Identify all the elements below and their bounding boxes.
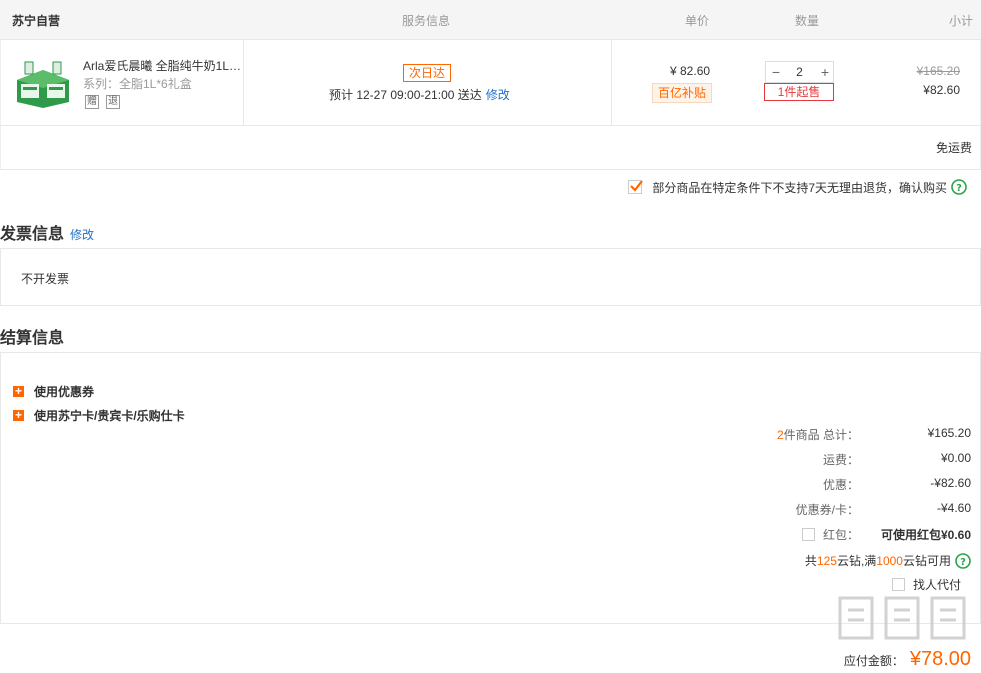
unit-price: ¥ 82.60 bbox=[670, 64, 711, 78]
help-icon[interactable]: ? bbox=[955, 552, 971, 569]
min-purchase-badge: 1件起售 bbox=[764, 83, 834, 101]
agreement-checkbox[interactable] bbox=[628, 180, 644, 194]
diamond-threshold: 1000 bbox=[876, 553, 903, 568]
item-count: 2 bbox=[776, 428, 784, 442]
invoice-value: 不开发票 bbox=[21, 272, 70, 286]
cart-item: Arla爱氏晨曦 全脂纯牛奶1L… 系列：全脂1L*6礼盒 赠 退 次日达 预计… bbox=[0, 40, 981, 126]
freight-row: 免运费 bbox=[0, 126, 981, 170]
subtotal-current: ¥82.60 bbox=[923, 83, 960, 97]
redpack-label: 红包： bbox=[801, 526, 859, 543]
invoice-section-title: 发票信息 修改 bbox=[0, 220, 94, 244]
expand-icon: + bbox=[13, 384, 24, 398]
quantity-stepper: − 2 + bbox=[765, 61, 834, 83]
next-day-badge: 次日达 bbox=[403, 64, 452, 82]
invoice-box: 不开发票 bbox=[0, 248, 981, 306]
discount-value: -¥82.60 bbox=[930, 476, 971, 490]
discount-label: 优惠： bbox=[822, 478, 859, 492]
subsidy-badge: 百亿补贴 bbox=[652, 83, 713, 103]
use-card-toggle[interactable]: + 使用苏宁卡/贵宾卡/乐购仕卡 bbox=[13, 407, 185, 424]
use-card-label: 使用苏宁卡/贵宾卡/乐购仕卡 bbox=[34, 409, 185, 423]
total-label: 2件商品 总计： bbox=[776, 428, 859, 442]
redpack-row: 红包： 可使用红包¥0.60 bbox=[601, 526, 971, 542]
redpack-checkbox[interactable] bbox=[801, 528, 815, 541]
total-value: ¥165.20 bbox=[927, 426, 971, 440]
delivery-text: 预计 12-27 09:00-21:00 送达 bbox=[329, 88, 482, 102]
diamond-count: 125 bbox=[816, 553, 837, 568]
svg-text:?: ? bbox=[960, 557, 966, 568]
invoice-title: 发票信息 bbox=[0, 226, 65, 243]
increase-button[interactable]: + bbox=[815, 62, 835, 82]
return-tag: 退 bbox=[106, 95, 120, 109]
coupon-card-row: 优惠券/卡： -¥4.60 bbox=[601, 501, 971, 517]
settlement-box: + 使用优惠券 + 使用苏宁卡/贵宾卡/乐购仕卡 2件商品 总计： ¥165.2… bbox=[0, 352, 981, 624]
shipping-value: ¥0.00 bbox=[940, 451, 971, 465]
svg-text:?: ? bbox=[956, 183, 962, 194]
product-image[interactable] bbox=[13, 58, 73, 108]
proxy-pay-row: 找人代付 bbox=[601, 576, 971, 592]
check-icon bbox=[630, 180, 644, 192]
divider bbox=[611, 40, 612, 125]
col-service: 服务信息 bbox=[402, 14, 451, 28]
quantity-input[interactable]: 2 bbox=[786, 62, 813, 82]
product-series: 系列：全脂1L*6礼盒 bbox=[83, 77, 192, 91]
invoice-edit-link[interactable]: 修改 bbox=[70, 228, 94, 242]
coupon-card-value: -¥4.60 bbox=[936, 501, 971, 515]
proxy-pay-option[interactable]: 找人代付 bbox=[891, 576, 961, 593]
gift-tag: 赠 bbox=[85, 95, 99, 109]
store-name: 苏宁自营 bbox=[12, 14, 61, 28]
redpack-value: 可使用红包¥0.60 bbox=[880, 528, 971, 542]
shipping-label: 运费： bbox=[822, 453, 859, 467]
use-coupon-label: 使用优惠券 bbox=[34, 385, 95, 399]
cart-header: 苏宁自营 服务信息 单价 数量 小计 bbox=[0, 0, 981, 40]
proxy-pay-checkbox[interactable] bbox=[891, 578, 905, 591]
product-title[interactable]: Arla爱氏晨曦 全脂纯牛奶1L… bbox=[83, 57, 243, 74]
help-icon[interactable]: ? bbox=[951, 179, 967, 195]
total-row: 2件商品 总计： ¥165.20 bbox=[601, 426, 971, 442]
delivery-time: 预计 12-27 09:00-21:00 送达 修改 bbox=[329, 86, 510, 103]
agreement-text: 部分商品在特定条件下不支持7天无理由退货，确认购买 bbox=[652, 180, 947, 195]
diamond-info: 共 125 云钻,满 1000 云钻可用 ? bbox=[805, 552, 971, 569]
watermark-logo bbox=[838, 596, 966, 640]
decrease-button[interactable]: − bbox=[766, 62, 786, 82]
coupon-card-label: 优惠券/卡： bbox=[795, 503, 859, 517]
use-coupon-toggle[interactable]: + 使用优惠券 bbox=[13, 383, 94, 400]
discount-row: 优惠： -¥82.60 bbox=[601, 476, 971, 492]
return-policy-agreement: 部分商品在特定条件下不支持7天无理由退货，确认购买 ? bbox=[628, 178, 967, 196]
diamond-row: 共 125 云钻,满 1000 云钻可用 ? bbox=[601, 552, 971, 569]
shipping-row: 运费： ¥0.00 bbox=[601, 451, 971, 467]
col-unit-price: 单价 bbox=[685, 14, 710, 28]
freight-text: 免运费 bbox=[935, 141, 972, 155]
delivery-edit-link[interactable]: 修改 bbox=[486, 88, 510, 102]
col-quantity: 数量 bbox=[795, 14, 820, 28]
col-subtotal: 小计 bbox=[949, 14, 974, 28]
settlement-section-title: 结算信息 bbox=[0, 330, 65, 347]
expand-icon: + bbox=[13, 408, 24, 422]
divider bbox=[243, 40, 244, 125]
subtotal-original: ¥165.20 bbox=[916, 64, 960, 78]
